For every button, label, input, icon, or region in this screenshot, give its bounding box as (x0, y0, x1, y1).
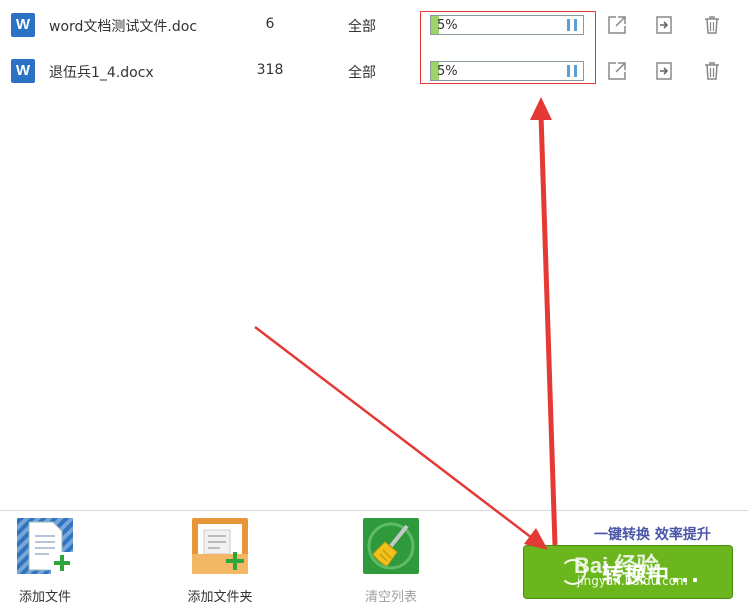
word-icon: W (11, 59, 35, 83)
add-file-label: 添加文件 (18, 590, 71, 605)
file-name: word文档测试文件.doc (49, 19, 198, 35)
arrow-head-up (530, 97, 552, 120)
add-folder-icon (190, 516, 250, 576)
divider (0, 510, 748, 511)
add-folder-button[interactable]: 添加文件夹 (175, 516, 265, 605)
page-range-select[interactable]: 全部 (348, 62, 376, 82)
watermark-url: jingyan.baidu.com (577, 574, 688, 588)
open-icon[interactable] (607, 15, 627, 35)
add-file-icon (15, 516, 75, 576)
arrow-line-up (538, 114, 558, 546)
page-range-select[interactable]: 全部 (348, 16, 376, 36)
arrow-line-down (254, 326, 533, 539)
add-file-button[interactable]: 添加文件 (0, 516, 90, 605)
page-count: 318 (256, 62, 284, 78)
file-name: 退伍兵1_4.docx (49, 65, 154, 81)
clear-list-label: 清空列表 (364, 590, 417, 605)
trash-icon[interactable] (702, 61, 722, 81)
broom-icon (361, 516, 421, 576)
open-icon[interactable] (607, 61, 627, 81)
file-row: W word文档测试文件.doc 6 全部 5% (0, 4, 748, 48)
file-row: W 退伍兵1_4.docx 318 全部 5% (0, 50, 748, 94)
trash-icon[interactable] (702, 15, 722, 35)
slogan-text: 一键转换 效率提升 (594, 527, 711, 543)
add-folder-label: 添加文件夹 (187, 590, 253, 605)
output-folder-icon[interactable] (654, 15, 674, 35)
word-icon: W (11, 13, 35, 37)
annotation-box (420, 11, 596, 84)
clear-list-button[interactable]: 清空列表 (346, 516, 436, 605)
output-folder-icon[interactable] (654, 61, 674, 81)
page-count: 6 (265, 16, 275, 32)
